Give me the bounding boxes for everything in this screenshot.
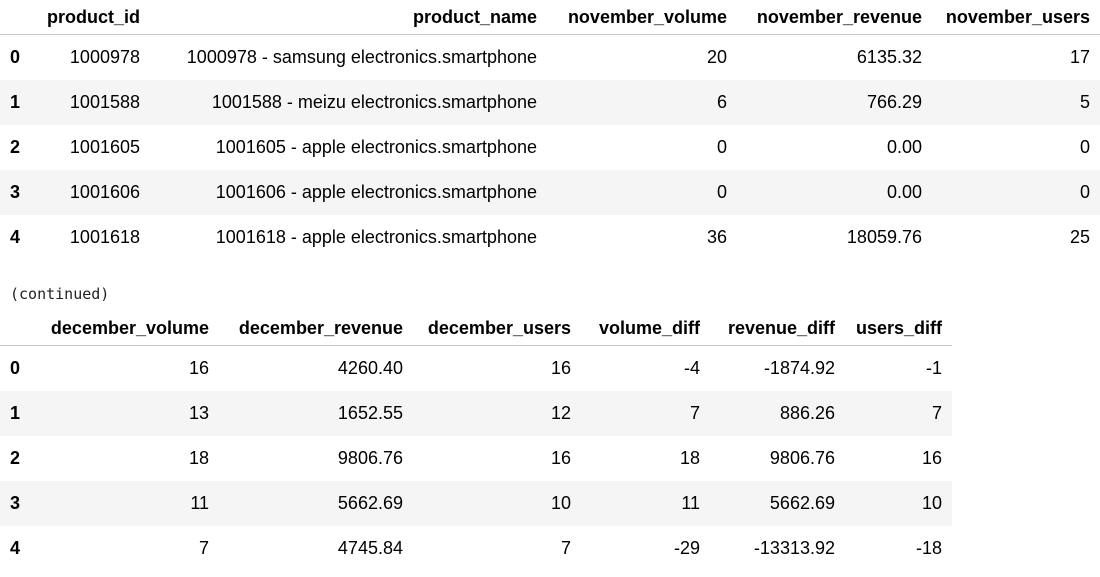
table-cell: 12: [550, 403, 571, 423]
table-cell: -1: [925, 358, 942, 378]
column-header: product_id: [38, 0, 150, 35]
table-cell: 766.29: [866, 92, 922, 112]
table-cell: 7: [931, 403, 942, 423]
table-cell: 11: [681, 493, 700, 513]
column-header: november_revenue: [737, 0, 932, 35]
table-cell: 18: [188, 448, 209, 468]
row-index: 3: [10, 493, 21, 513]
table-cell: 0: [716, 182, 727, 202]
row-index: 4: [10, 538, 21, 558]
row-index: 3: [10, 182, 21, 202]
table-cell: 16: [550, 358, 571, 378]
row-index: 0: [10, 47, 21, 67]
table-cell: 11: [190, 493, 209, 513]
notebook-output: product_id product_name november_volume …: [0, 0, 1100, 577]
table-cell: 1000978 - samsung electronics.smartphone: [186, 47, 537, 67]
table-cell: 1001588: [69, 92, 140, 112]
row-index: 1: [10, 403, 21, 423]
table-cell: 886.26: [779, 403, 835, 423]
table-cell: 5662.69: [337, 493, 403, 513]
table-cell: 1001605: [69, 137, 140, 157]
table-row: 0 1000978 1000978 - samsung electronics.…: [0, 34, 1100, 80]
table-cell: -1874.92: [763, 358, 835, 378]
table-header-row: december_volume december_revenue decembe…: [0, 311, 952, 346]
table-cell: 13: [188, 403, 209, 423]
table-cell: 4745.84: [337, 538, 403, 558]
table-cell: 0: [1079, 137, 1090, 157]
table-row: 3 11 5662.69 10 11 5662.69 10: [0, 481, 952, 526]
column-header: november_users: [932, 0, 1100, 35]
column-header: december_revenue: [219, 311, 413, 346]
column-header: december_volume: [31, 311, 219, 346]
row-index: 0: [10, 358, 21, 378]
table-cell: 1001618 - apple electronics.smartphone: [215, 227, 537, 247]
table-row: 2 1001605 1001605 - apple electronics.sm…: [0, 125, 1100, 170]
table-cell: 10: [921, 493, 942, 513]
table-row: 4 1001618 1001618 - apple electronics.sm…: [0, 215, 1100, 260]
dataframe-table-november: product_id product_name november_volume …: [0, 0, 1100, 260]
table-cell: 20: [706, 47, 727, 67]
table-cell: -13313.92: [753, 538, 835, 558]
table-cell: -18: [915, 538, 942, 558]
dataframe-table-december: december_volume december_revenue decembe…: [0, 311, 952, 571]
table-row: 4 7 4745.84 7 -29 -13313.92 -18: [0, 526, 952, 571]
table-cell: 0.00: [886, 182, 922, 202]
column-header: november_volume: [547, 0, 737, 35]
table-header-row: product_id product_name november_volume …: [0, 0, 1100, 35]
table-cell: 1652.55: [337, 403, 403, 423]
row-index: 4: [10, 227, 21, 247]
table-cell: 9806.76: [337, 448, 403, 468]
table-cell: 16: [188, 358, 209, 378]
table-cell: 10: [550, 493, 571, 513]
table-row: 1 13 1652.55 12 7 886.26 7: [0, 391, 952, 436]
column-header: users_diff: [845, 311, 952, 346]
table-cell: 0.00: [886, 137, 922, 157]
table-cell: 6: [716, 92, 727, 112]
table-cell: 25: [1069, 227, 1090, 247]
index-header: [0, 0, 38, 35]
index-header: [0, 311, 31, 346]
table-row: 1 1001588 1001588 - meizu electronics.sm…: [0, 80, 1100, 125]
row-index: 2: [10, 448, 21, 468]
row-index: 2: [10, 137, 21, 157]
column-header: volume_diff: [581, 311, 710, 346]
table-cell: 9806.76: [769, 448, 835, 468]
table-cell: 7: [198, 538, 209, 558]
column-header: revenue_diff: [710, 311, 845, 346]
table-cell: 5662.69: [769, 493, 835, 513]
table-cell: 4260.40: [337, 358, 403, 378]
column-header: december_users: [413, 311, 581, 346]
table-cell: 1001605 - apple electronics.smartphone: [215, 137, 537, 157]
table-cell: 0: [716, 137, 727, 157]
table-cell: -4: [683, 358, 700, 378]
table-cell: -29: [673, 538, 700, 558]
table-row: 3 1001606 1001606 - apple electronics.sm…: [0, 170, 1100, 215]
table-cell: 16: [550, 448, 571, 468]
row-index: 1: [10, 92, 21, 112]
table-cell: 1001606: [69, 182, 140, 202]
table-cell: 7: [560, 538, 571, 558]
table-cell: 1001588 - meizu electronics.smartphone: [211, 92, 537, 112]
table-cell: 16: [921, 448, 942, 468]
table-cell: 7: [689, 403, 700, 423]
table-cell: 6135.32: [856, 47, 922, 67]
table-cell: 5: [1079, 92, 1090, 112]
table-cell: 17: [1069, 47, 1090, 67]
column-header: product_name: [150, 0, 547, 35]
table-row: 0 16 4260.40 16 -4 -1874.92 -1: [0, 345, 952, 391]
table-cell: 1001618: [69, 227, 140, 247]
continued-label: (continued): [10, 285, 110, 303]
table-cell: 18059.76: [846, 227, 922, 247]
table-cell: 1000978: [69, 47, 140, 67]
table-cell: 1001606 - apple electronics.smartphone: [215, 182, 537, 202]
table-cell: 36: [706, 227, 727, 247]
table-row: 2 18 9806.76 16 18 9806.76 16: [0, 436, 952, 481]
table-cell: 18: [679, 448, 700, 468]
table-cell: 0: [1079, 182, 1090, 202]
